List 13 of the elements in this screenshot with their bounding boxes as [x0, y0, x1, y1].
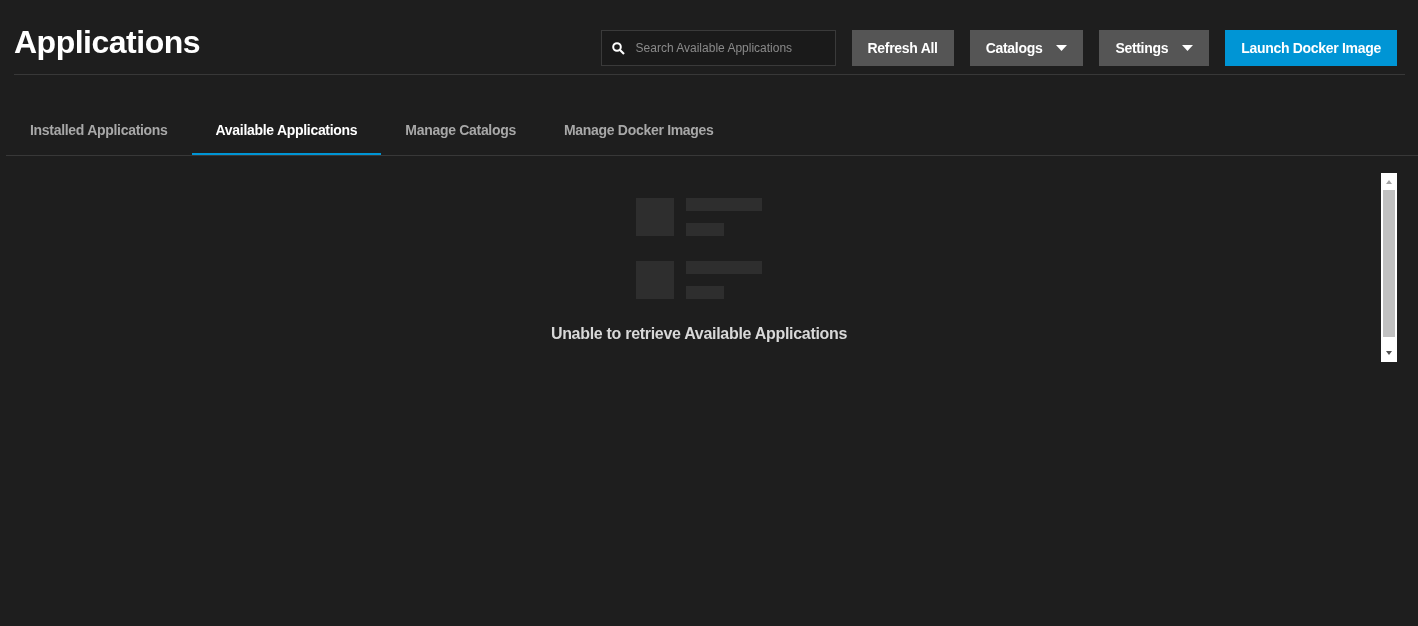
tab[interactable]: Manage Docker Images [539, 106, 738, 155]
tab[interactable]: Manage Catalogs [381, 106, 540, 155]
tab[interactable]: Available Applications [191, 106, 382, 155]
caret-icon [1056, 45, 1068, 51]
scrollbar[interactable] [1381, 173, 1397, 362]
caret-icon [1182, 45, 1194, 51]
page-title: Applications [14, 24, 201, 61]
dropdown-button[interactable]: Settings [1099, 30, 1210, 66]
dropdown-button[interactable]: Catalogs [969, 30, 1084, 66]
search-field[interactable]: Search Available Applications [600, 30, 836, 66]
refresh-button[interactable]: Refresh All [851, 30, 954, 66]
tab[interactable]: Installed Applications [6, 106, 192, 155]
empty-message: Unable to retrieve Available Applications [550, 325, 848, 343]
